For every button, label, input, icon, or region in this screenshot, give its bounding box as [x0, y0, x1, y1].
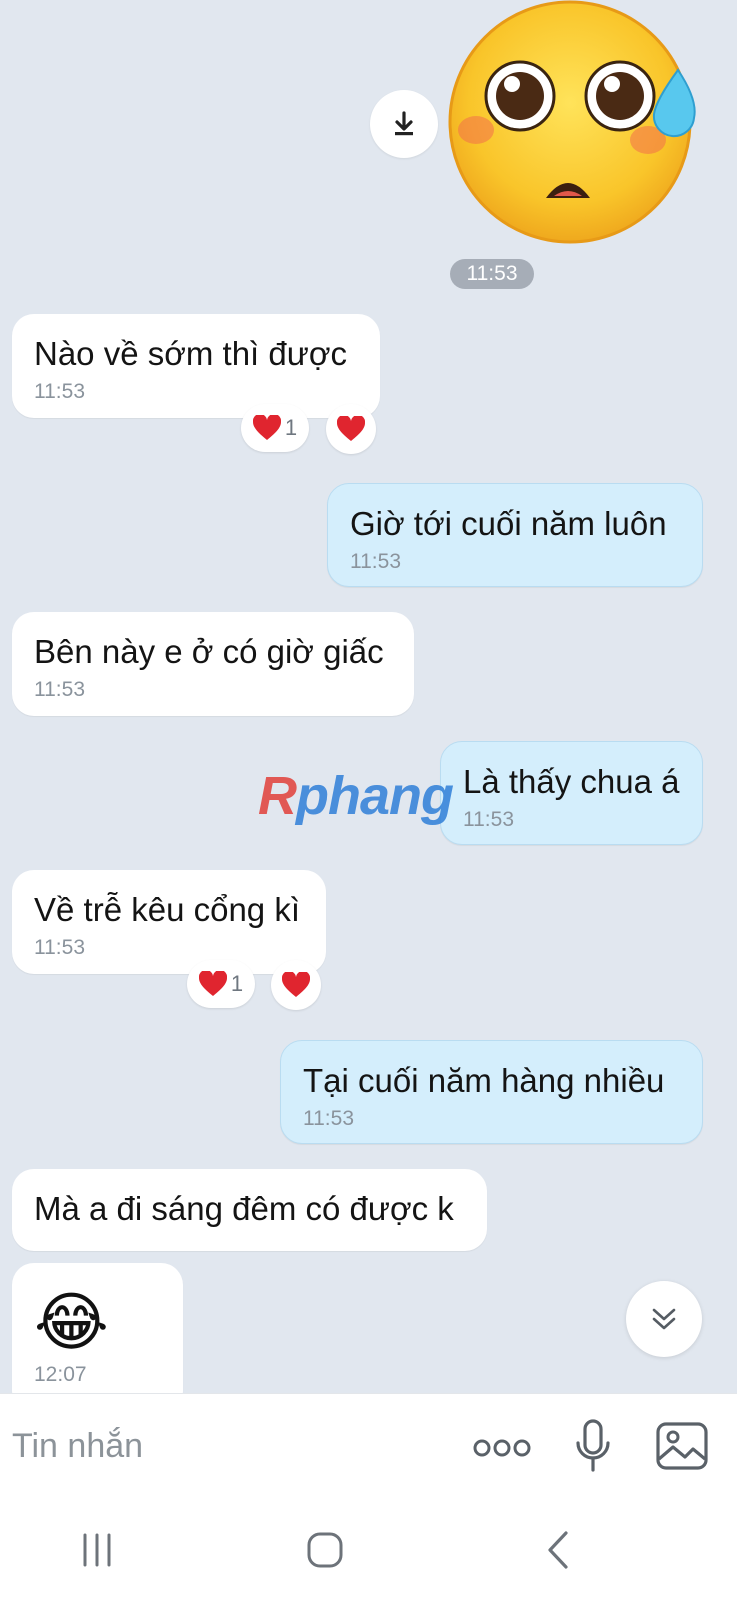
back-button[interactable] [538, 1527, 578, 1573]
download-icon [395, 111, 413, 136]
message-composer: Tin nhắn [0, 1393, 737, 1500]
message-text: Là thấy chua á [463, 763, 680, 800]
message-input[interactable]: Tin nhắn [12, 1421, 143, 1471]
recent-apps-icon [83, 1533, 111, 1567]
message-time: 11:53 [34, 678, 85, 701]
send-image-button[interactable] [654, 1418, 710, 1474]
watermark-logo: Rphang [258, 766, 454, 826]
message-time: 11:53 [34, 936, 85, 959]
home-button[interactable] [302, 1527, 348, 1573]
message-time: 12:07 [34, 1363, 87, 1386]
message-text: Nào về sớm thì được [34, 335, 347, 372]
image-icon [656, 1422, 708, 1470]
more-horizontal-icon [473, 1439, 531, 1457]
outgoing-message[interactable]: Giờ tới cuối năm luôn 11:53 [327, 483, 703, 587]
scroll-to-bottom-button[interactable] [626, 1281, 702, 1357]
message-text: Bên này e ở có giờ giấc [34, 633, 384, 670]
reaction-count: 1 [230, 971, 244, 996]
heart-icon [252, 415, 281, 440]
heart-icon [198, 971, 227, 996]
message-time: 11:53 [463, 808, 514, 831]
incoming-message[interactable]: 😂 12:07 [12, 1263, 183, 1413]
system-nav-bar [0, 1499, 737, 1600]
sticker-timestamp: 11:53 [450, 259, 534, 289]
voice-record-button[interactable] [570, 1414, 616, 1480]
double-chevron-down-icon [652, 1308, 676, 1330]
more-options-button[interactable] [472, 1428, 532, 1468]
message-text: Về trễ kêu cổng kì [34, 891, 300, 928]
back-chevron-icon [548, 1531, 568, 1569]
react-button[interactable] [271, 960, 321, 1010]
message-text: Mà a đi sáng đêm có được k [34, 1190, 454, 1227]
incoming-message[interactable]: Mà a đi sáng đêm có được k [12, 1169, 487, 1251]
react-button[interactable] [326, 404, 376, 454]
message-time: 11:53 [350, 550, 401, 573]
reaction-count-badge[interactable]: 1 [241, 404, 309, 452]
chat-area[interactable]: 11:53 Nào về sớm thì được 11:53 1 Giờ tớ… [0, 0, 737, 1413]
outgoing-message[interactable]: Tại cuối năm hàng nhiều 11:53 [280, 1040, 703, 1144]
heart-icon [337, 416, 365, 441]
incoming-message[interactable]: Nào về sớm thì được 11:53 [12, 314, 380, 418]
incoming-message[interactable]: Bên này e ở có giờ giấc 11:53 [12, 612, 414, 716]
heart-icon [282, 972, 310, 997]
flushed-face-sticker[interactable] [448, 0, 704, 248]
reaction-count: 1 [284, 415, 298, 440]
download-button[interactable] [370, 90, 438, 158]
message-text: Giờ tới cuối năm luôn [350, 505, 667, 542]
message-time: 11:53 [34, 380, 85, 403]
incoming-message[interactable]: Về trễ kêu cổng kì 11:53 [12, 870, 326, 974]
laughing-emoji-icon: 😂 [34, 1286, 109, 1360]
home-icon [307, 1532, 343, 1568]
message-text: Tại cuối năm hàng nhiều [303, 1062, 665, 1099]
microphone-icon [576, 1419, 610, 1472]
recent-apps-button[interactable] [74, 1529, 120, 1571]
reaction-count-badge[interactable]: 1 [187, 960, 255, 1008]
outgoing-message[interactable]: Là thấy chua á 11:53 [440, 741, 703, 845]
message-time: 11:53 [303, 1107, 354, 1130]
